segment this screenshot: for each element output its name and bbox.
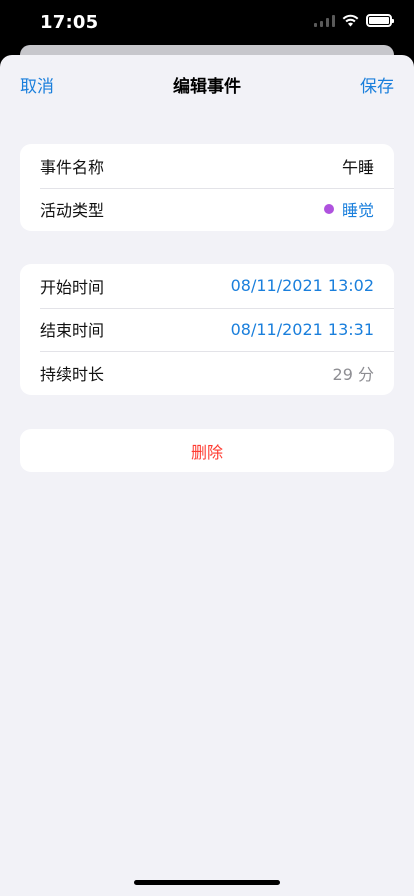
time-group: 开始时间 08/11/2021 13:02 结束时间 08/11/2021 13… — [20, 264, 394, 395]
status-time: 17:05 — [40, 12, 99, 33]
event-name-value[interactable]: 午睡 — [342, 154, 374, 178]
duration-value: 29 分 — [332, 364, 374, 384]
signal-icon — [314, 14, 335, 27]
edit-event-sheet: 取消 编辑事件 保存 事件名称 午睡 活动类型 睡觉 开始时间 08/11/20… — [0, 55, 414, 896]
start-time-label: 开始时间 — [40, 277, 105, 297]
start-time-row[interactable]: 开始时间 08/11/2021 13:02 — [20, 264, 394, 308]
start-time-value[interactable]: 08/11/2021 13:02 — [231, 276, 374, 295]
save-button[interactable]: 保存 — [360, 72, 394, 97]
event-name-label: 事件名称 — [40, 157, 105, 177]
activity-type-text: 睡觉 — [341, 201, 374, 221]
activity-type-value[interactable]: 睡觉 — [323, 197, 374, 221]
end-time-value[interactable]: 08/11/2021 13:31 — [231, 320, 374, 339]
battery-icon — [366, 14, 394, 27]
delete-label: 删除 — [190, 442, 223, 462]
status-bar: 17:05 — [0, 0, 414, 46]
activity-type-row[interactable]: 活动类型 睡觉 — [20, 187, 394, 232]
status-icons — [314, 14, 394, 27]
event-info-group: 事件名称 午睡 活动类型 睡觉 — [20, 144, 394, 231]
duration-label: 持续时长 — [40, 364, 105, 384]
end-time-row[interactable]: 结束时间 08/11/2021 13:31 — [20, 307, 394, 352]
activity-type-label: 活动类型 — [40, 201, 105, 221]
event-name-row[interactable]: 事件名称 午睡 — [20, 144, 394, 188]
home-indicator[interactable] — [134, 880, 280, 885]
screen: 17:05 取消 编辑事件 保存 事件名称 午睡 活动类型 睡觉 开始时间 08… — [0, 0, 414, 896]
wifi-icon — [342, 14, 359, 27]
delete-button[interactable]: 删除 — [20, 429, 394, 472]
page-title: 编辑事件 — [173, 77, 241, 97]
activity-color-dot-icon — [323, 204, 334, 215]
end-time-label: 结束时间 — [40, 321, 105, 341]
nav-bar: 取消 编辑事件 保存 — [0, 55, 414, 111]
duration-row: 持续时长 29 分 — [20, 351, 394, 395]
